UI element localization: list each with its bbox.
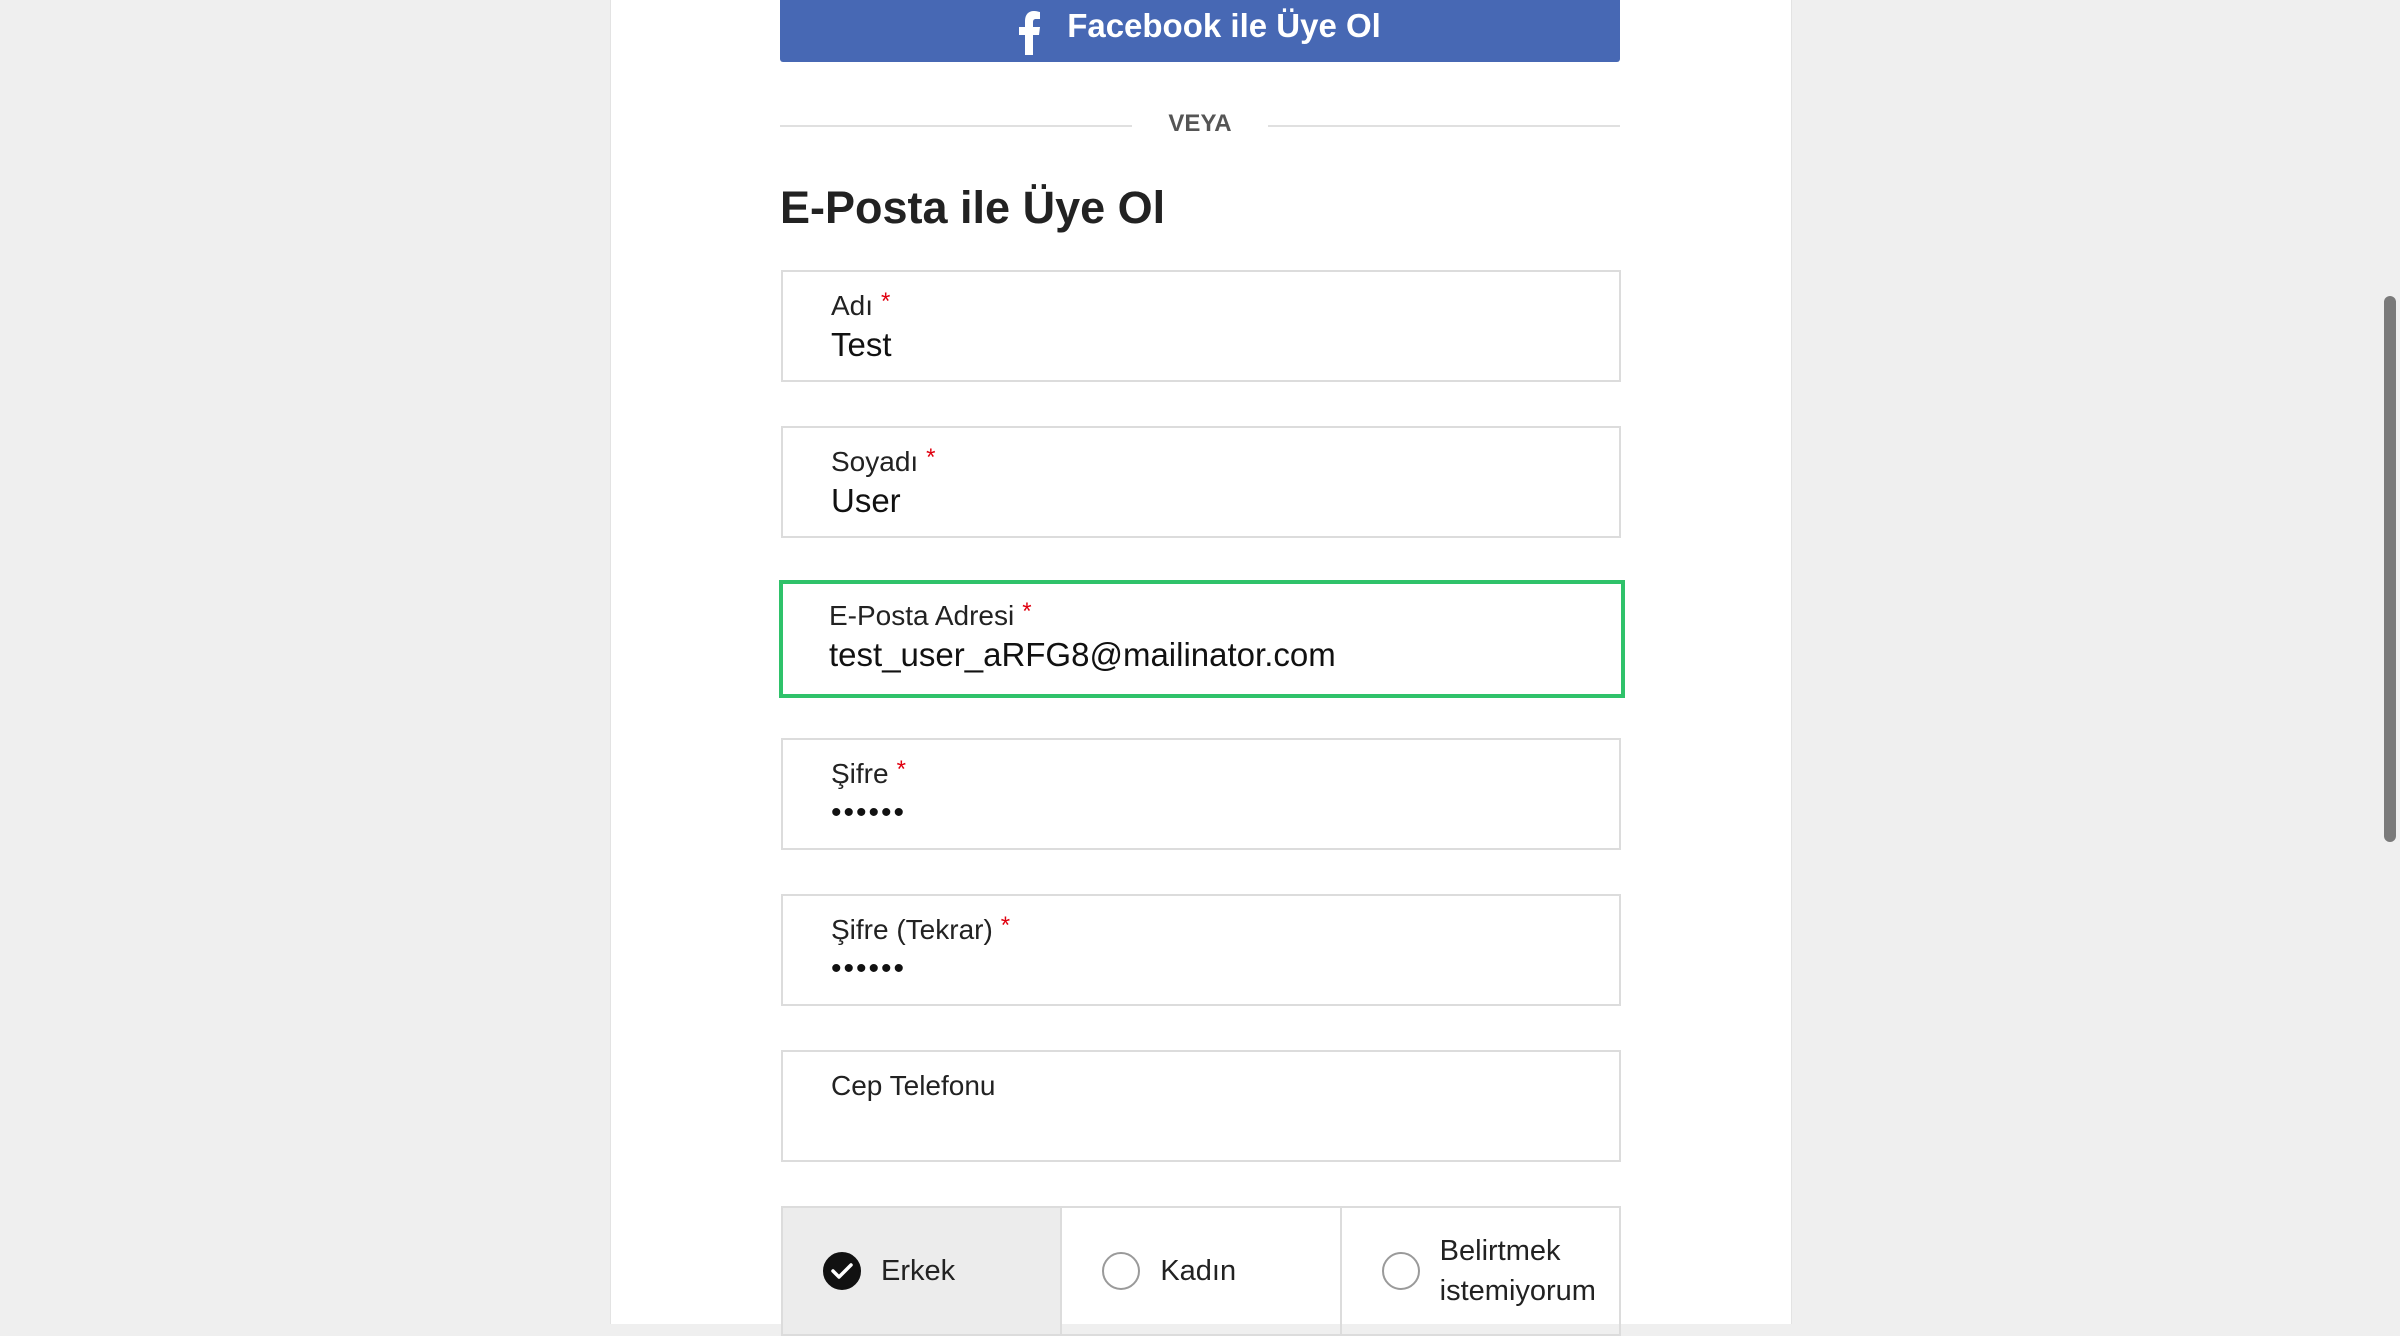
phone-label: Cep Telefonu xyxy=(831,1070,996,1101)
gender-selector: Erkek Kadın Belirtmek istemiyorum xyxy=(781,1206,1621,1336)
email-field[interactable]: E-Posta Adresi * test_user_aRFG8@mailinat… xyxy=(779,580,1625,698)
first-name-value: Test xyxy=(831,326,892,363)
gender-option-female[interactable]: Kadın xyxy=(1062,1208,1342,1334)
radio-checked-icon xyxy=(823,1252,861,1290)
divider-line-left xyxy=(780,125,1132,127)
facebook-signup-button[interactable]: Facebook ile Üye Ol xyxy=(780,0,1620,62)
last-name-value: User xyxy=(831,482,901,519)
gender-option-label: Erkek xyxy=(881,1255,956,1287)
facebook-signup-label: Facebook ile Üye Ol xyxy=(1067,7,1381,44)
page-scrollbar[interactable] xyxy=(2376,0,2400,1324)
password-confirm-label: Şifre (Tekrar) * xyxy=(831,912,1011,945)
required-marker: * xyxy=(881,288,891,315)
password-value: •••••• xyxy=(831,796,907,829)
required-marker: * xyxy=(896,756,906,783)
password-label: Şifre * xyxy=(831,756,906,789)
phone-field[interactable]: Cep Telefonu xyxy=(781,1050,1621,1162)
required-marker: * xyxy=(1000,912,1011,939)
checkmark-icon xyxy=(831,1263,853,1279)
gender-option-label: Kadın xyxy=(1160,1255,1237,1287)
first-name-label: Adı * xyxy=(831,288,891,321)
password-field[interactable]: Şifre * •••••• xyxy=(781,738,1621,850)
gender-option-male[interactable]: Erkek xyxy=(783,1208,1063,1334)
or-divider: VEYA xyxy=(780,106,1620,142)
password-confirm-field[interactable]: Şifre (Tekrar) * •••••• xyxy=(781,894,1621,1006)
scrollbar-thumb[interactable] xyxy=(2384,296,2396,842)
divider-line-right xyxy=(1268,125,1620,127)
radio-unchecked-icon xyxy=(1102,1252,1141,1290)
email-label: E-Posta Adresi * xyxy=(829,598,1032,631)
divider-text: VEYA xyxy=(1168,110,1232,137)
required-marker: * xyxy=(926,444,936,471)
last-name-label: Soyadı * xyxy=(831,444,936,477)
required-marker: * xyxy=(1022,598,1032,625)
form-title: E-Posta ile Üye Ol xyxy=(780,182,1166,233)
facebook-icon xyxy=(1019,11,1041,55)
gender-option-label: Belirtmek istemiyorum xyxy=(1439,1235,1596,1307)
gender-option-unspecified[interactable]: Belirtmek istemiyorum xyxy=(1342,1208,1619,1334)
last-name-field[interactable]: Soyadı * User xyxy=(781,426,1621,538)
password-confirm-value: •••••• xyxy=(831,952,907,985)
radio-unchecked-icon xyxy=(1381,1252,1420,1290)
first-name-field[interactable]: Adı * Test xyxy=(781,270,1621,382)
email-value: test_user_aRFG8@mailinator.com xyxy=(829,636,1336,673)
